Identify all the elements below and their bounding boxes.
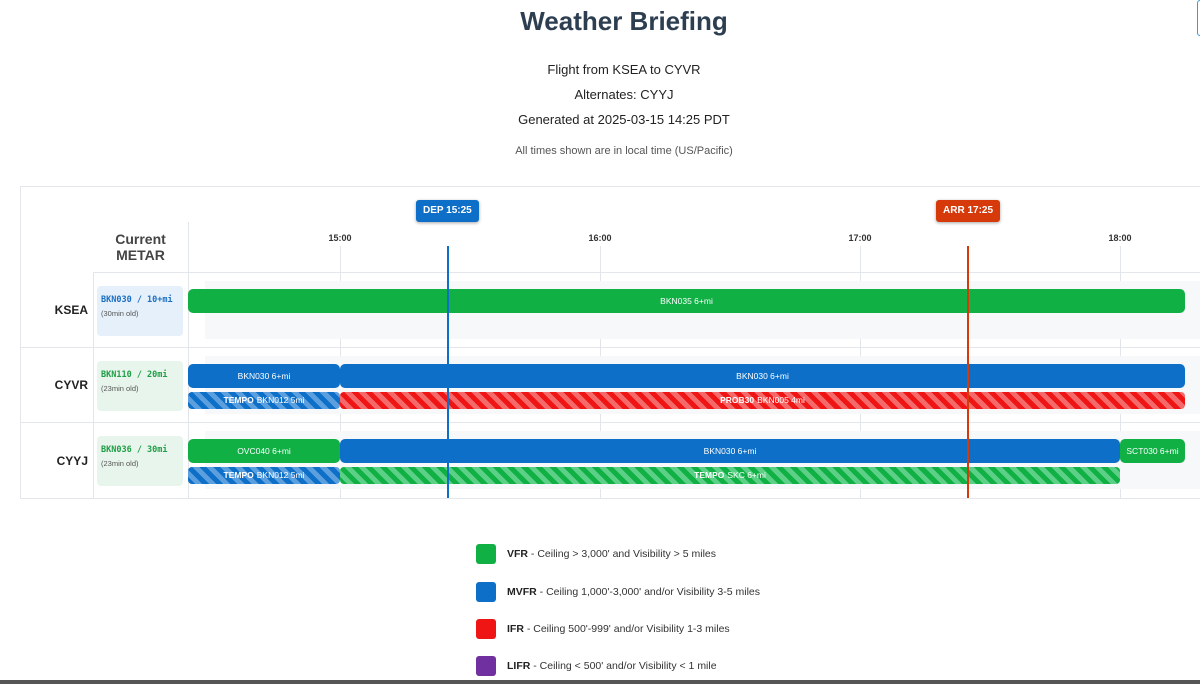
change-label: BKN012 5mi bbox=[256, 395, 305, 405]
legend-swatch-lifr bbox=[476, 656, 496, 676]
metar-card-ksea[interactable]: BKN030 / 10+mi (30min old) bbox=[97, 286, 183, 336]
metar-column-header: Current METAR bbox=[115, 231, 166, 263]
change-type: TEMPO bbox=[223, 470, 254, 480]
change-type: PROB30 bbox=[720, 395, 755, 405]
legend-name: LIFR bbox=[507, 660, 531, 672]
forecast-bar[interactable]: SCT030 6+mi bbox=[1120, 439, 1185, 463]
tempo-bar[interactable]: TEMPO BKN012 5mi bbox=[188, 467, 340, 484]
page-title: Weather Briefing bbox=[520, 6, 728, 36]
time-tick: 17:00 bbox=[848, 233, 872, 243]
change-label: BKN005 4mi bbox=[757, 395, 805, 405]
timezone-note: All times shown are in local time (US/Pa… bbox=[515, 145, 733, 157]
legend-name: IFR bbox=[507, 623, 524, 635]
tempo-bar[interactable]: TEMPO SKC 6+mi bbox=[340, 467, 1120, 484]
metar-age: (23min old) bbox=[101, 384, 139, 393]
airport-label-cyvr: CYVR bbox=[54, 378, 88, 392]
row-divider bbox=[93, 272, 1200, 273]
change-label: SKC 6+mi bbox=[727, 470, 766, 480]
generated-time: Generated at 2025-03-15 14:25 PDT bbox=[518, 112, 730, 127]
legend-name: VFR bbox=[507, 548, 528, 560]
legend-swatch-vfr bbox=[476, 544, 496, 564]
legend-desc: - Ceiling > 3,000' and Visibility > 5 mi… bbox=[528, 548, 716, 560]
tempo-bar[interactable]: TEMPO BKN012 5mi bbox=[188, 392, 340, 409]
arrival-marker[interactable]: ARR 17:25 bbox=[936, 200, 1001, 222]
metar-card-cyvr[interactable]: BKN110 / 20mi (23min old) bbox=[97, 361, 183, 411]
alternates: Alternates: CYYJ bbox=[574, 87, 674, 102]
departure-marker[interactable]: DEP 15:25 bbox=[416, 200, 479, 222]
row-divider bbox=[20, 422, 1200, 423]
flight-route: Flight from KSEA to CYVR bbox=[547, 62, 701, 77]
arrival-line bbox=[967, 246, 969, 498]
metar-text: BKN030 / 10+mi bbox=[101, 295, 173, 305]
forecast-bar[interactable]: BKN030 6+mi bbox=[340, 439, 1120, 463]
time-tick: 16:00 bbox=[588, 233, 612, 243]
change-type: TEMPO bbox=[223, 395, 254, 405]
time-tick: 15:00 bbox=[328, 233, 352, 243]
time-tick: 18:00 bbox=[1108, 233, 1132, 243]
airport-label-cyyj: CYYJ bbox=[56, 454, 88, 468]
forecast-bar[interactable]: BKN030 6+mi bbox=[340, 364, 1185, 388]
forecast-bar[interactable]: BKN035 6+mi bbox=[188, 289, 1185, 313]
legend-swatch-mvfr bbox=[476, 582, 496, 602]
column-divider-label bbox=[93, 272, 94, 498]
metar-card-cyyj[interactable]: BKN036 / 30mi (23min old) bbox=[97, 436, 183, 486]
airport-label-ksea: KSEA bbox=[54, 303, 88, 317]
prob30-bar[interactable]: PROB30 BKN005 4mi bbox=[340, 392, 1185, 409]
legend-swatch-ifr bbox=[476, 619, 496, 639]
departure-line bbox=[447, 246, 449, 498]
metar-age: (23min old) bbox=[101, 459, 139, 468]
forecast-bar[interactable]: BKN030 6+mi bbox=[188, 364, 340, 388]
row-divider bbox=[20, 347, 1200, 348]
change-label: BKN012 5mi bbox=[256, 470, 305, 480]
legend-name: MVFR bbox=[507, 586, 537, 598]
legend-desc: - Ceiling 500'-999' and/or Visibility 1-… bbox=[523, 623, 730, 635]
metar-text: BKN036 / 30mi bbox=[101, 445, 168, 455]
metar-text: BKN110 / 20mi bbox=[101, 370, 168, 380]
legend-desc: - Ceiling < 500' and/or Visibility < 1 m… bbox=[530, 660, 717, 672]
bottom-border bbox=[0, 680, 1200, 684]
metar-age: (30min old) bbox=[101, 309, 139, 318]
forecast-bar[interactable]: OVC040 6+mi bbox=[188, 439, 340, 463]
change-type: TEMPO bbox=[694, 470, 725, 480]
legend-desc: - Ceiling 1,000'-3,000' and/or Visibilit… bbox=[536, 586, 761, 598]
